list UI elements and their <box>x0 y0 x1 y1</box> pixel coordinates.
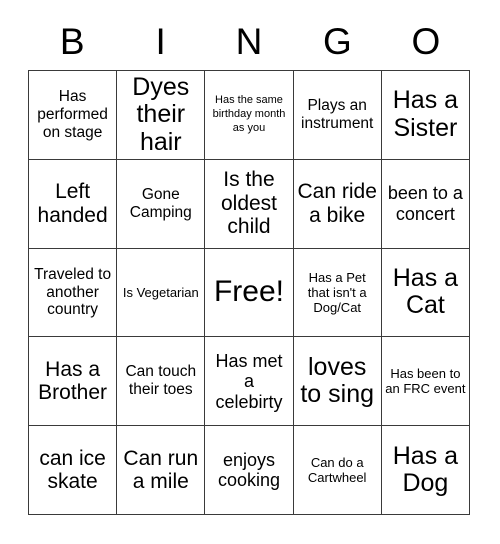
bingo-header-letter-n: N <box>235 21 263 62</box>
bingo-cell-n5[interactable]: enjoys cooking <box>205 426 294 515</box>
free-space-label: Free! <box>213 275 284 309</box>
bingo-cell-label: Has a Sister <box>392 86 459 142</box>
bingo-cell-b2[interactable]: Left handed <box>29 159 118 249</box>
bingo-cell-label: can ice skate <box>39 446 106 494</box>
bingo-cell-g1[interactable]: Plays an instrument <box>293 71 382 160</box>
bingo-cell-label: Can touch their toes <box>125 363 197 399</box>
bingo-cell-label: Is the oldest child <box>220 168 278 239</box>
bingo-cell-n2[interactable]: Is the oldest child <box>205 159 294 249</box>
bingo-cell-label: Has a Brother <box>38 357 108 405</box>
bingo-card: B I N G O Has performed on stage Dyes th… <box>0 0 500 544</box>
bingo-cell-label: Dyes their hair <box>132 72 190 156</box>
bingo-cell-o1[interactable]: Has a Sister <box>381 71 470 160</box>
bingo-cell-i4[interactable]: Can touch their toes <box>117 337 206 427</box>
bingo-cell-g4[interactable]: loves to sing <box>293 337 382 427</box>
bingo-cell-i1[interactable]: Dyes their hair <box>117 71 206 160</box>
bingo-cell-i3[interactable]: Is Vegetarian <box>117 248 206 338</box>
bingo-cell-label: Can ride a bike <box>297 180 377 227</box>
bingo-header-row: B I N G O <box>28 14 470 70</box>
bingo-header-letter-g: G <box>323 21 352 62</box>
bingo-cell-label: Has a Pet that isn't a Dog/Cat <box>307 269 367 316</box>
bingo-cell-label: Traveled to another country <box>34 265 112 319</box>
bingo-cell-label: Has met a celebirty <box>215 350 283 412</box>
bingo-grid: Has performed on stage Dyes their hair H… <box>28 70 470 515</box>
bingo-cell-b5[interactable]: can ice skate <box>29 426 118 515</box>
bingo-cell-g5[interactable]: Can do a Cartwheel <box>293 426 382 515</box>
bingo-cell-o5[interactable]: Has a Dog <box>381 426 470 515</box>
bingo-header-letter-i: I <box>155 21 166 62</box>
bingo-cell-label: Has a Dog <box>392 441 459 498</box>
bingo-cell-b3[interactable]: Traveled to another country <box>29 248 118 338</box>
bingo-cell-i5[interactable]: Can run a mile <box>117 426 206 515</box>
bingo-cell-b4[interactable]: Has a Brother <box>29 337 118 427</box>
bingo-cell-n1[interactable]: Has the same birthday month as you <box>205 71 294 160</box>
bingo-cell-b1[interactable]: Has performed on stage <box>29 71 118 160</box>
bingo-cell-label: Has a Cat <box>392 263 459 320</box>
bingo-cell-free-space[interactable]: Free! <box>205 248 294 338</box>
bingo-cell-label: Can do a Cartwheel <box>307 454 367 486</box>
bingo-cell-label: Plays an instrument <box>301 96 374 132</box>
bingo-cell-n4[interactable]: Has met a celebirty <box>205 337 294 427</box>
bingo-cell-label: Has the same birthday month as you <box>212 94 286 134</box>
bingo-cell-label: Can run a mile <box>123 446 199 494</box>
bingo-header-letter-o: O <box>411 21 441 62</box>
bingo-cell-label: been to a concert <box>387 183 463 224</box>
bingo-cell-o2[interactable]: been to a concert <box>381 159 470 249</box>
bingo-cell-g2[interactable]: Can ride a bike <box>293 159 382 249</box>
bingo-cell-label: Gone Camping <box>129 185 192 221</box>
bingo-cell-g3[interactable]: Has a Pet that isn't a Dog/Cat <box>293 248 382 338</box>
bingo-cell-o3[interactable]: Has a Cat <box>381 248 470 338</box>
bingo-cell-label: Has performed on stage <box>37 87 108 141</box>
bingo-cell-label: Is Vegetarian <box>122 284 199 300</box>
bingo-header-letter-b: B <box>59 21 85 62</box>
bingo-cell-o4[interactable]: Has been to an FRC event <box>381 337 470 427</box>
bingo-cell-label: enjoys cooking <box>217 449 281 491</box>
bingo-cell-i2[interactable]: Gone Camping <box>117 159 206 249</box>
bingo-cell-label: loves to sing <box>300 352 375 409</box>
bingo-cell-label: Has been to an FRC event <box>385 365 466 397</box>
bingo-cell-label: Left handed <box>37 180 108 227</box>
